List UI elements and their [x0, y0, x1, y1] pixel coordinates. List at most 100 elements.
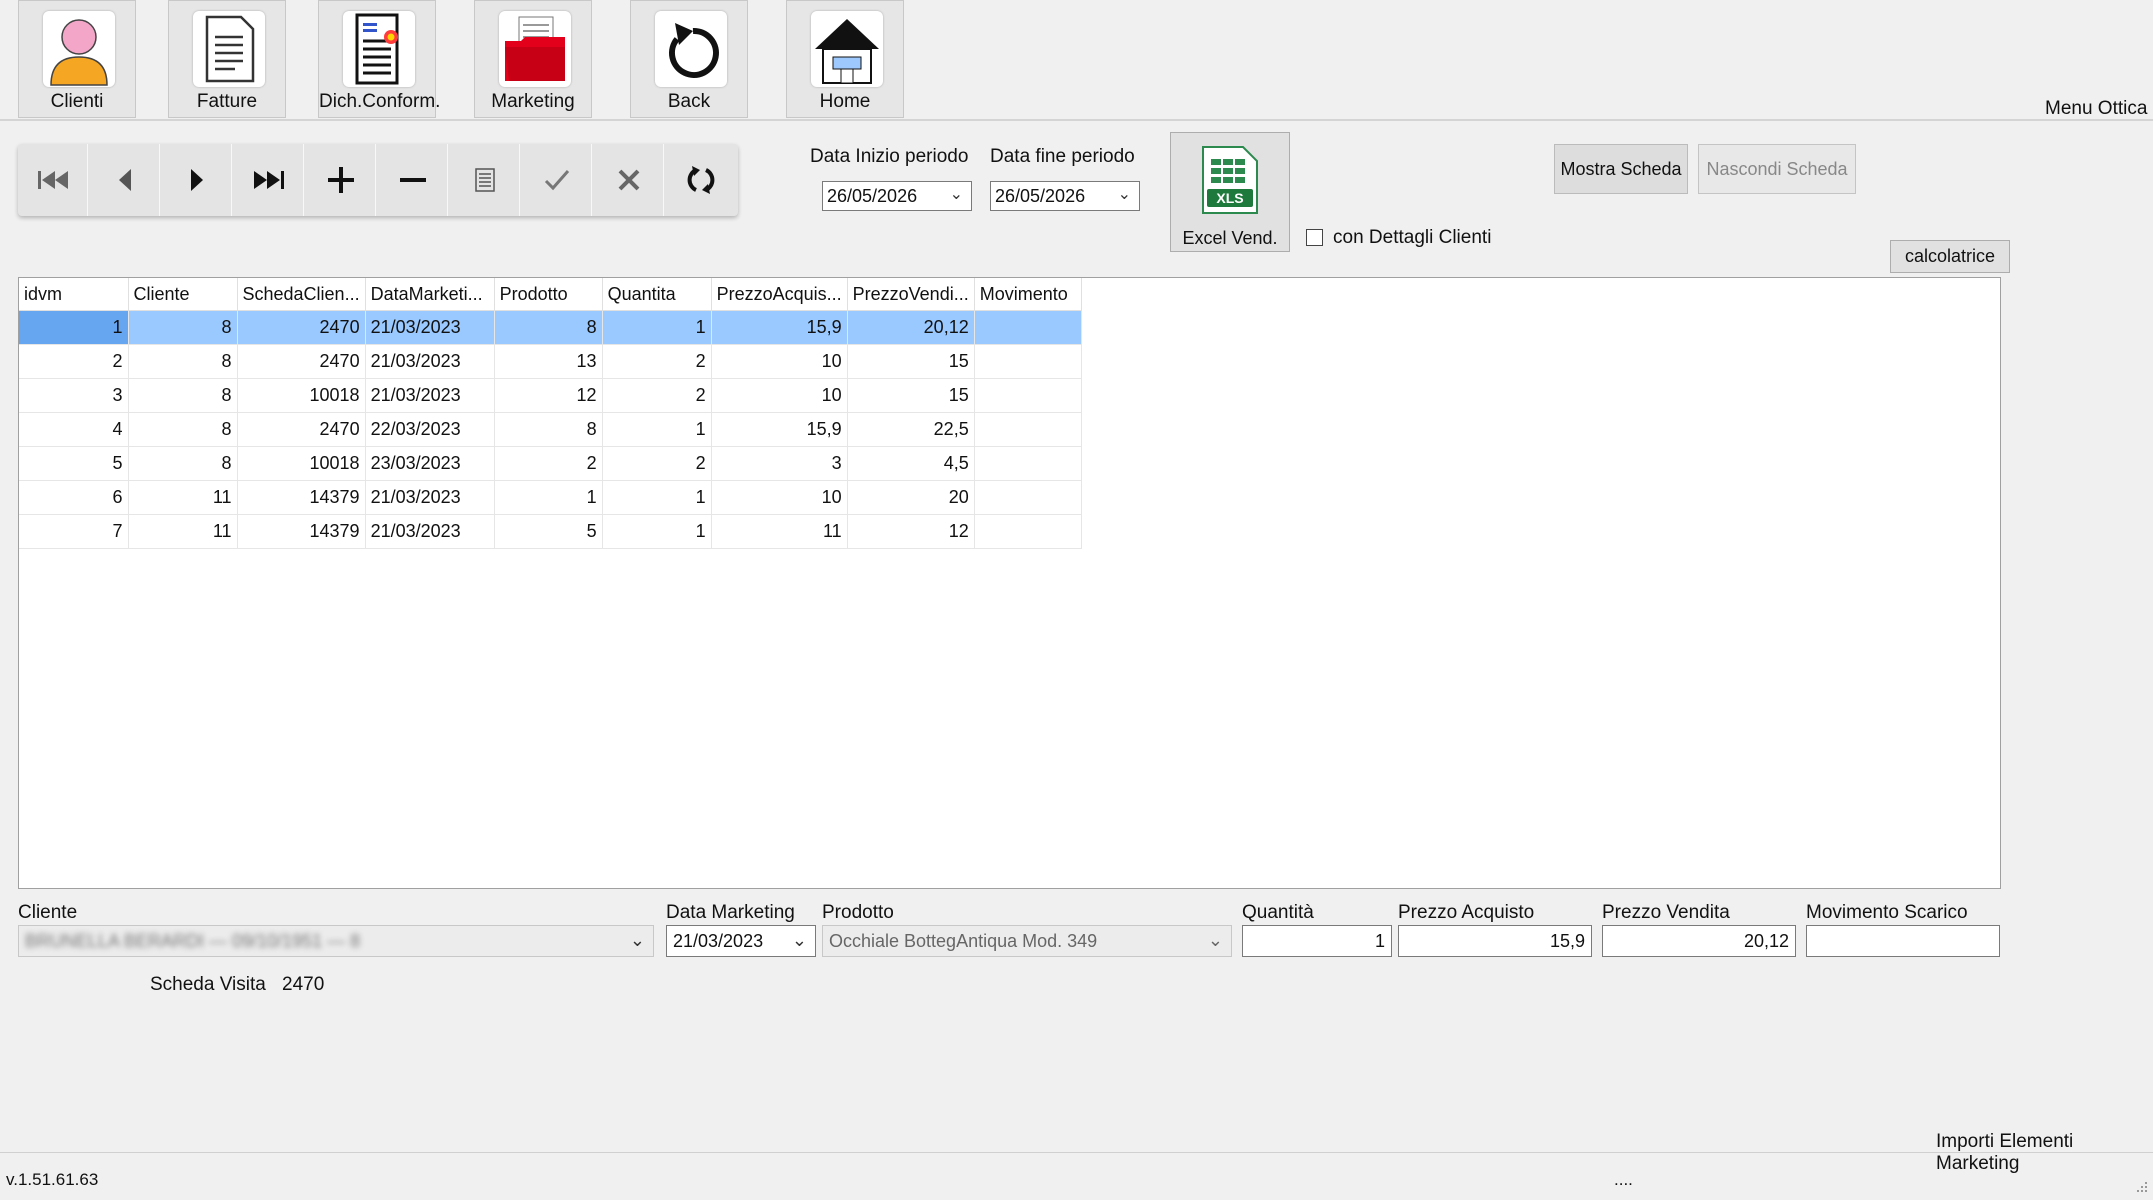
prodotto-value: Occhiale BottegAntiqua Mod. 349 [829, 931, 1098, 951]
add-icon[interactable] [306, 144, 376, 216]
status-divider [0, 1152, 2153, 1153]
prev-record-icon[interactable] [90, 144, 160, 216]
scheda-visita-label: Scheda Visita [150, 974, 266, 995]
data-marketing-picker[interactable]: 21/03/2023 ⌄ [666, 925, 816, 957]
column-header[interactable]: PrezzoAcquis... [711, 278, 848, 311]
cell: 1 [602, 480, 712, 515]
column-header[interactable]: DataMarketi... [365, 278, 495, 311]
nav-label: Clienti [50, 91, 104, 112]
cancel-icon[interactable] [594, 144, 664, 216]
cell: 14379 [237, 514, 366, 549]
cell [974, 446, 1082, 481]
excel-export-button[interactable]: XLS Excel Vend. [1170, 132, 1290, 252]
cell: 23/03/2023 [365, 446, 495, 481]
show-scheda-button[interactable]: Mostra Scheda [1554, 144, 1688, 194]
start-date-label: Data Inizio periodo [810, 146, 969, 167]
cell: 15 [847, 344, 975, 379]
nav-back-button[interactable]: Back [630, 0, 748, 118]
cell: 1 [602, 310, 712, 345]
cell [974, 514, 1082, 549]
nav-marketing-button[interactable]: Marketing [474, 0, 592, 118]
column-header[interactable]: PrezzoVendi... [847, 278, 975, 311]
person-icon [43, 11, 115, 87]
table-row[interactable]: 5 8 10018 23/03/2023 2 2 3 4,5 [19, 446, 1082, 481]
sales-table: idvm Cliente SchedaClien... DataMarketi.… [19, 278, 1082, 549]
calculator-button[interactable]: calcolatrice [1890, 240, 2010, 273]
end-date-picker[interactable]: 26/05/2026 ⌄ [990, 181, 1140, 211]
prezzo-vendita-label: Prezzo Vendita [1602, 902, 1730, 923]
cell: 8 [128, 344, 238, 379]
menu-title: Menu Ottica [2045, 98, 2148, 119]
nav-label: Fatture [196, 91, 258, 112]
cell: 2 [602, 344, 712, 379]
scheda-visita-value: 2470 [282, 974, 325, 995]
header-row: idvm Cliente SchedaClien... DataMarketi.… [19, 278, 1082, 311]
nav-fatture-button[interactable]: Fatture [168, 0, 286, 118]
cell: 1 [602, 412, 712, 447]
cell: 11 [711, 514, 848, 549]
column-header[interactable]: Movimento [974, 278, 1082, 311]
quantita-label: Quantità [1242, 902, 1314, 923]
cell: 12 [847, 514, 975, 549]
chevron-down-icon: ⌄ [791, 930, 807, 950]
confirm-icon[interactable] [522, 144, 592, 216]
cell: 11 [128, 514, 238, 549]
prodotto-select[interactable]: Occhiale BottegAntiqua Mod. 349 ⌄ [822, 925, 1232, 957]
table-row[interactable]: 1 8 2470 21/03/2023 8 1 15,9 20,12 [19, 310, 1082, 345]
column-header[interactable]: Quantita [602, 278, 712, 311]
nav-dich-conform-button[interactable]: Dich.Conform. [318, 0, 440, 118]
cell: 10 [711, 344, 848, 379]
table-row[interactable]: 2 8 2470 21/03/2023 13 2 10 15 [19, 344, 1082, 379]
refresh-icon[interactable] [666, 144, 736, 216]
last-record-icon[interactable] [234, 144, 304, 216]
cell: 4,5 [847, 446, 975, 481]
nav-home-button[interactable]: Home [786, 0, 904, 118]
cliente-select[interactable]: BRUNELLA BERARDI — 09/10/1951 — 8 ⌄ [18, 925, 654, 957]
cell: 5 [494, 514, 603, 549]
cell: 21/03/2023 [365, 378, 495, 413]
cell [974, 378, 1082, 413]
cliente-label: Cliente [18, 902, 78, 923]
prezzo-vendita-input[interactable]: 20,12 [1602, 925, 1796, 957]
quantita-input[interactable]: 1 [1242, 925, 1392, 957]
cell: 15,9 [711, 412, 848, 447]
hide-scheda-button[interactable]: Nascondi Scheda [1698, 144, 1856, 194]
first-record-icon[interactable] [18, 144, 88, 216]
cell: 22,5 [847, 412, 975, 447]
xls-text: XLS [1216, 190, 1243, 206]
column-header[interactable]: SchedaClien... [237, 278, 366, 311]
version-text: v.1.51.61.63 [6, 1170, 99, 1189]
edit-icon[interactable] [450, 144, 520, 216]
end-date-label: Data fine periodo [990, 146, 1135, 167]
next-record-icon[interactable] [162, 144, 232, 216]
column-header[interactable]: idvm [19, 278, 129, 311]
cell: 8 [128, 310, 238, 345]
cell: 6 [19, 480, 129, 515]
cell: 3 [711, 446, 848, 481]
folder-icon [499, 11, 571, 87]
nav-clienti-button[interactable]: Clienti [18, 0, 136, 118]
table-row[interactable]: 7 11 14379 21/03/2023 5 1 11 12 [19, 514, 1082, 549]
column-header[interactable]: Cliente [128, 278, 238, 311]
certificate-icon [343, 11, 415, 87]
cell: 12 [494, 378, 603, 413]
nav-label: Home [819, 91, 871, 112]
table-row[interactable]: 6 11 14379 21/03/2023 1 1 10 20 [19, 480, 1082, 515]
resize-grip-icon[interactable] [2133, 1178, 2149, 1194]
sales-grid[interactable]: idvm Cliente SchedaClien... DataMarketi.… [18, 277, 2001, 889]
column-header[interactable]: Prodotto [494, 278, 603, 311]
cell: 11 [128, 480, 238, 515]
movimento-scarico-input[interactable] [1806, 925, 2000, 957]
prezzo-acquisto-input[interactable]: 15,9 [1398, 925, 1592, 957]
cell: 8 [128, 378, 238, 413]
cell: 10018 [237, 378, 366, 413]
start-date-picker[interactable]: 26/05/2026 ⌄ [822, 181, 972, 211]
remove-icon[interactable] [378, 144, 448, 216]
cell: 15 [847, 378, 975, 413]
excel-label: Excel Vend. [1182, 228, 1278, 248]
prezzo-acquisto-label: Prezzo Acquisto [1398, 902, 1535, 923]
table-row[interactable]: 3 8 10018 21/03/2023 12 2 10 15 [19, 378, 1082, 413]
table-row[interactable]: 4 8 2470 22/03/2023 8 1 15,9 22,5 [19, 412, 1082, 447]
cell: 2470 [237, 344, 366, 379]
details-checkbox[interactable] [1306, 229, 1323, 246]
